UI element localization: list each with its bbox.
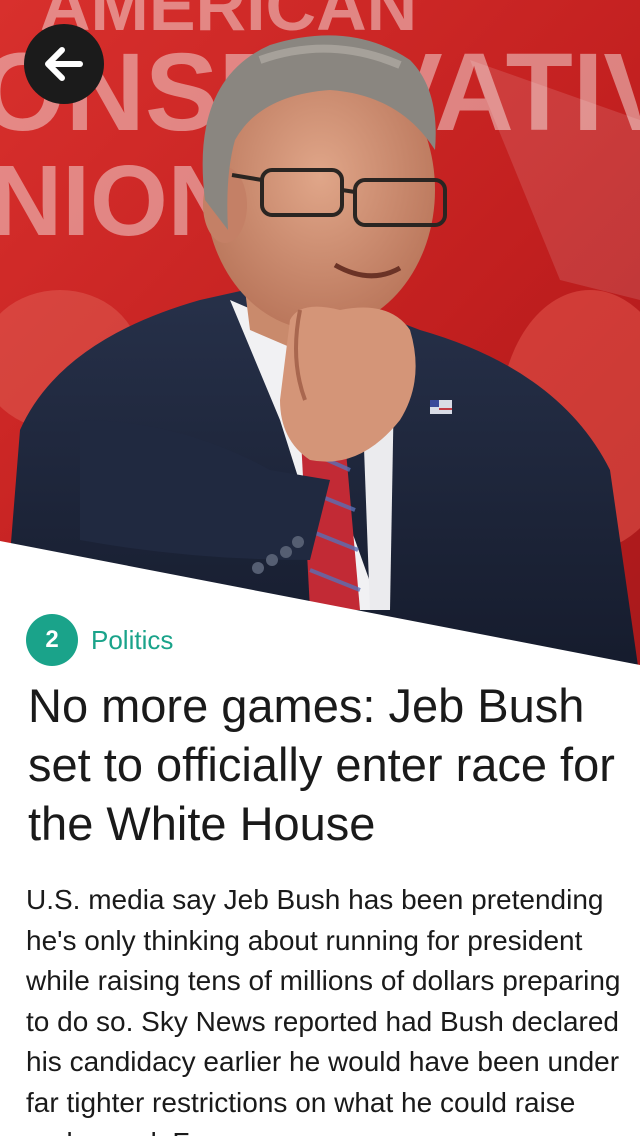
article-headline: No more games: Jeb Bush set to officiall…	[28, 679, 615, 850]
category-link[interactable]: Politics	[91, 625, 173, 655]
story-number-badge: 2	[26, 614, 78, 666]
category-row: 2 Politics	[26, 614, 173, 666]
article-body: U.S. media say Jeb Bush has been pretend…	[26, 884, 621, 1136]
arrow-left-icon	[45, 47, 83, 81]
article-screen: AMERICAN ONSERVATIV NION	[0, 0, 640, 1136]
back-button[interactable]	[24, 24, 104, 104]
hero-photo: AMERICAN ONSERVATIV NION	[0, 0, 640, 670]
